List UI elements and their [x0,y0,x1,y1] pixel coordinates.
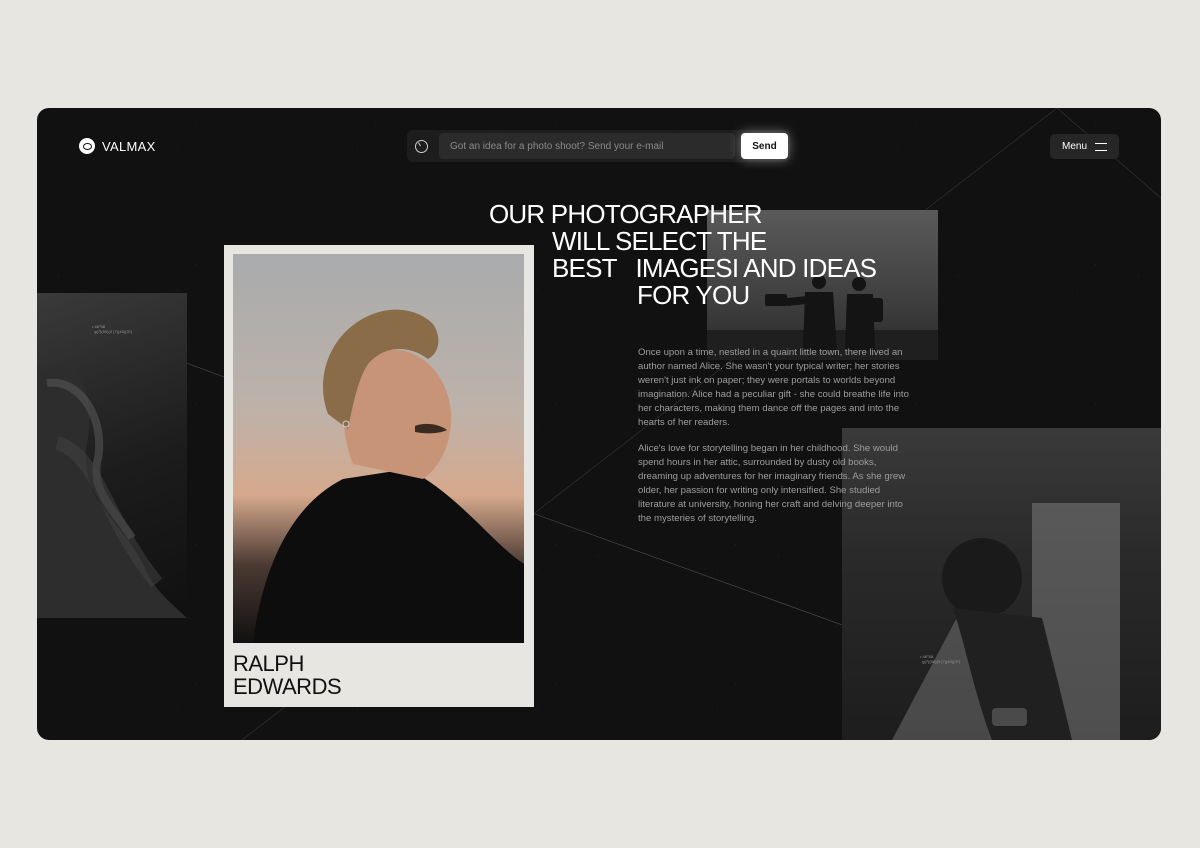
story-paragraph-1: Once upon a time, nestled in a quaint li… [638,347,909,428]
story-paragraph-2: Alice's love for storytelling began in h… [638,443,906,524]
hero-frame: • 46°58 g(7)(90)(3 (7)(40)(37) • 46°58 g… [37,108,1161,740]
headline-line-1: OUR PHOTOGRAPHER [489,199,763,229]
eye-logo-icon [79,138,95,154]
clock-icon [415,139,428,153]
email-signup-bar: Send [407,130,790,162]
photo-fabric [37,293,187,618]
photographer-last-name: EDWARDS [233,674,342,699]
menu-label: Menu [1061,141,1087,152]
headline-line-4: FOR YOU [637,280,750,310]
photo-tag-right: • 46°58 g(7)(90)(3 (7)(40)(37) [920,654,961,664]
headline-line-3: BEST IMAGESI AND IDEAS [552,253,877,283]
story-text: Once upon a time, nestled in a quaint li… [638,346,910,538]
email-input[interactable] [439,133,735,159]
brand-name: VALMAX [102,138,156,154]
hamburger-icon [1095,142,1107,151]
brand-logo[interactable]: VALMAX [79,138,156,154]
page-headline: OUR PHOTOGRAPHER WILL SELECT THE BEST IMAG… [489,199,877,310]
photographer-first-name: RALPH [233,651,304,676]
send-button[interactable]: Send [741,133,788,159]
photographer-name: RALPH EDWARDS [233,651,342,699]
photo-tag-left: • 46°58 g(7)(90)(3 (7)(40)(37) [92,324,133,334]
headline-line-2: WILL SELECT THE [552,226,767,256]
photographer-portrait [233,254,524,643]
menu-button[interactable]: Menu [1050,134,1119,159]
photographer-card[interactable]: RALPH EDWARDS [224,245,534,707]
